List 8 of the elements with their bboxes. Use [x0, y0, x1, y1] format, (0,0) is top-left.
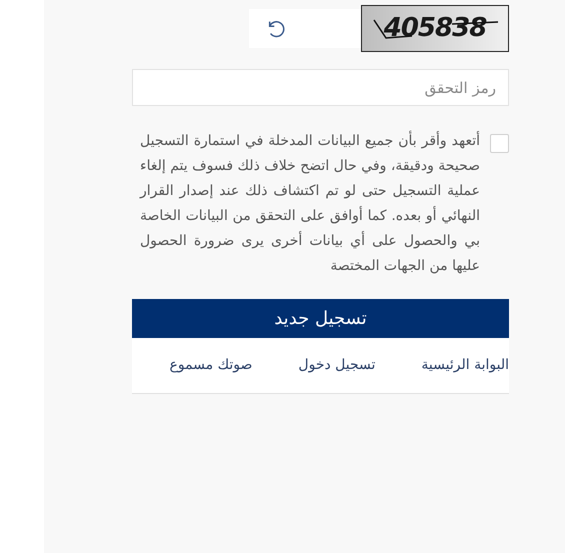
agreement-checkbox[interactable]: [490, 134, 509, 153]
footer-link[interactable]: صوتك مسموع: [169, 355, 252, 376]
register-button[interactable]: تسجيل جديد: [132, 299, 509, 338]
footer-link[interactable]: تسجيل دخول: [298, 355, 376, 376]
agreement-text: أتعهد وأقر بأن جميع البيانات المدخلة في استمارة التسجيل صحيحة ودقيقة، وفي حال اتضح خلاف ذلك فسوف يتم إلغاء عملية التسجيل حتى لو تم اكتشاف ذلك عند إصدار القرار النهائي أو بعده. كما أوافق على التحقق من البيانات الخاصة بي والحصول على أي بيانات أخرى يرى ضرورة الحصول عليها من الجهات المختصة: [140, 129, 480, 279]
verification-code-field[interactable]: رمز التحقق: [132, 69, 509, 106]
captcha-image: 405838: [361, 5, 509, 52]
footer-link[interactable]: البوابة الرئيسية: [421, 355, 509, 376]
